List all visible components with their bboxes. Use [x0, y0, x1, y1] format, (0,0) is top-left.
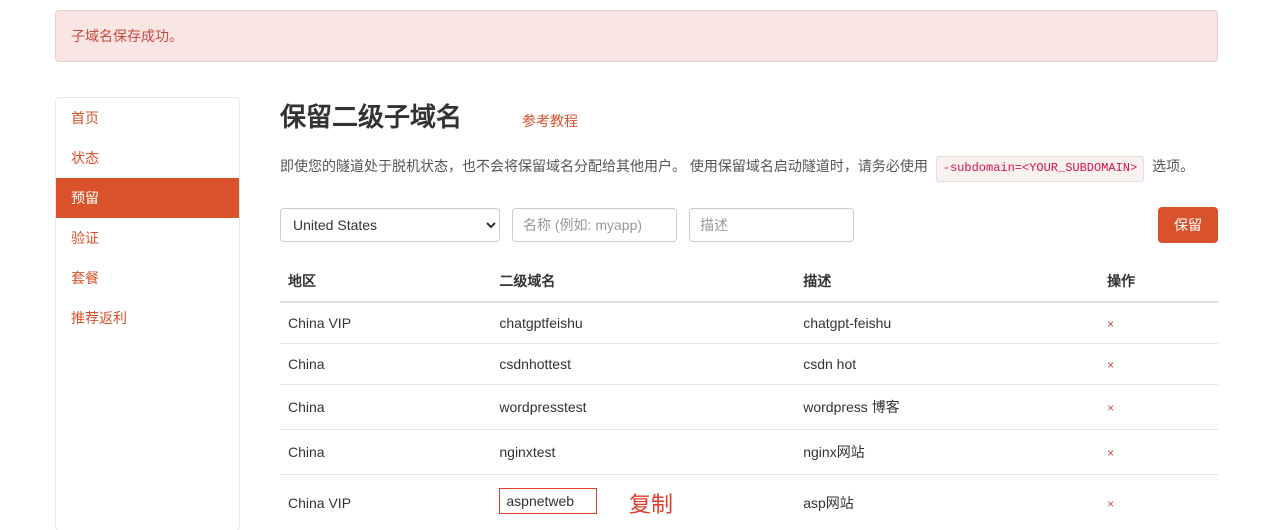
page-title: 保留二级子域名 — [280, 97, 462, 134]
subdomain-code: -subdomain=<YOUR_SUBDOMAIN> — [936, 156, 1144, 182]
sidebar-item-home[interactable]: 首页 — [56, 98, 239, 138]
th-subdomain: 二级域名 — [491, 261, 795, 302]
th-desc: 描述 — [795, 261, 1099, 302]
copy-annotation: 复制 — [629, 487, 673, 519]
table-row: China VIP aspnetweb 复制 asp网站 × — [280, 474, 1218, 530]
region-select[interactable]: United States — [280, 208, 500, 242]
alert-text: 子域名保存成功。 — [71, 28, 183, 44]
cell-subdomain: aspnetweb 复制 — [491, 474, 795, 530]
desc-input[interactable] — [689, 208, 854, 242]
sidebar-item-reserve[interactable]: 预留 — [56, 178, 239, 218]
delete-icon[interactable]: × — [1107, 317, 1114, 331]
cell-desc: nginx网站 — [795, 429, 1099, 474]
sidebar-nav: 首页 状态 预留 验证 套餐 推荐返利 — [55, 97, 240, 530]
cell-subdomain: chatgptfeishu — [491, 302, 795, 344]
description: 即使您的隧道处于脱机状态，也不会将保留域名分配给其他用户。 使用保留域名启动隧道… — [280, 154, 1218, 182]
help-link[interactable]: 参考教程 — [522, 111, 578, 131]
table-row: China csdnhottest csdn hot × — [280, 343, 1218, 384]
subdomain-table: 地区 二级域名 描述 操作 China VIP chatgptfeishu ch… — [280, 261, 1218, 530]
desc-post: 选项。 — [1152, 158, 1194, 174]
th-region: 地区 — [280, 261, 491, 302]
th-op: 操作 — [1099, 261, 1218, 302]
desc-pre: 即使您的隧道处于脱机状态，也不会将保留域名分配给其他用户。 使用保留域名启动隧道… — [280, 158, 928, 174]
cell-region: China — [280, 343, 491, 384]
delete-icon[interactable]: × — [1107, 401, 1114, 415]
cell-region: China — [280, 384, 491, 429]
sidebar-item-referral[interactable]: 推荐返利 — [56, 298, 239, 338]
cell-subdomain: csdnhottest — [491, 343, 795, 384]
reserve-form: United States 保留 — [280, 207, 1218, 243]
cell-desc: wordpress 博客 — [795, 384, 1099, 429]
delete-icon[interactable]: × — [1107, 497, 1114, 511]
cell-region: China VIP — [280, 474, 491, 530]
reserve-button[interactable]: 保留 — [1158, 207, 1218, 243]
main-content: 保留二级子域名 参考教程 即使您的隧道处于脱机状态，也不会将保留域名分配给其他用… — [280, 97, 1218, 530]
cell-subdomain: nginxtest — [491, 429, 795, 474]
cell-desc: chatgpt-feishu — [795, 302, 1099, 344]
delete-icon[interactable]: × — [1107, 446, 1114, 460]
cell-desc: csdn hot — [795, 343, 1099, 384]
sidebar-item-plan[interactable]: 套餐 — [56, 258, 239, 298]
cell-region: China — [280, 429, 491, 474]
table-row: China wordpresstest wordpress 博客 × — [280, 384, 1218, 429]
highlighted-subdomain: aspnetweb — [499, 488, 597, 514]
sidebar-item-verify[interactable]: 验证 — [56, 218, 239, 258]
sidebar-item-status[interactable]: 状态 — [56, 138, 239, 178]
success-alert: 子域名保存成功。 — [55, 10, 1218, 62]
delete-icon[interactable]: × — [1107, 358, 1114, 372]
table-row: China nginxtest nginx网站 × — [280, 429, 1218, 474]
cell-desc: asp网站 — [795, 474, 1099, 530]
name-input[interactable] — [512, 208, 677, 242]
cell-region: China VIP — [280, 302, 491, 344]
cell-subdomain: wordpresstest — [491, 384, 795, 429]
table-row: China VIP chatgptfeishu chatgpt-feishu × — [280, 302, 1218, 344]
